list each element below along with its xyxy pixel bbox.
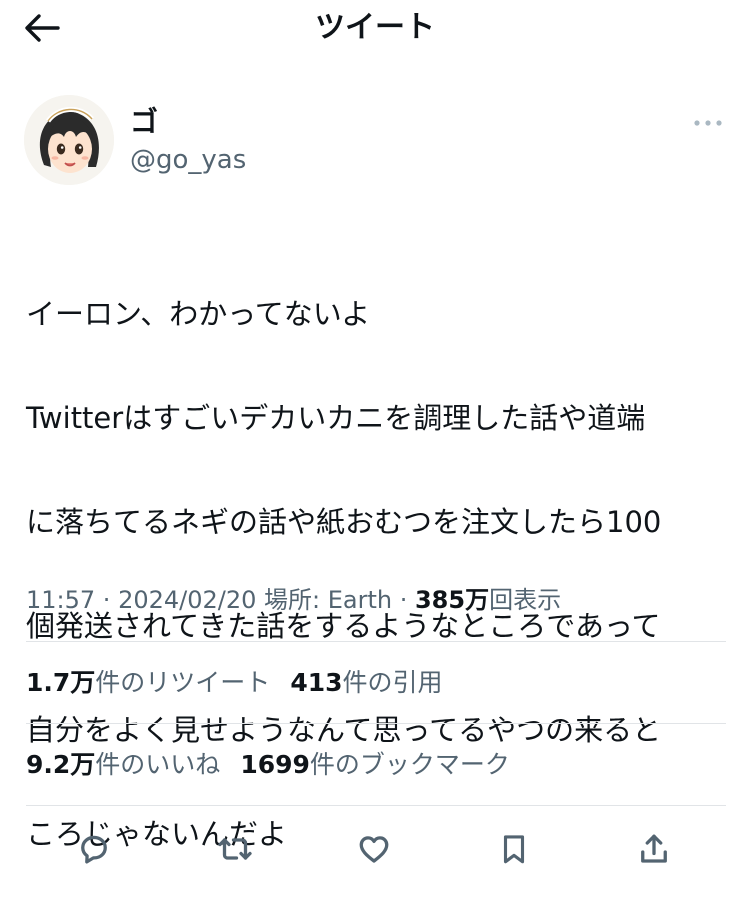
likes-count: 9.2万 xyxy=(26,750,96,779)
retweets-stat[interactable]: 1.7万件のリツイート xyxy=(26,668,270,697)
tweet-text: イーロン、わかってないよ Twitterはすごいデカいカニを調理した話や道端 に… xyxy=(26,236,726,912)
tweet-line: に落ちてるネギの話や紙おむつを注文したら100 xyxy=(26,505,662,539)
more-horizontal-icon xyxy=(694,120,722,126)
meta-separator: · xyxy=(95,586,119,614)
divider xyxy=(26,641,726,642)
bookmark-button[interactable] xyxy=(490,825,538,873)
tweet-time[interactable]: 11:57 xyxy=(26,586,95,614)
retweet-button[interactable] xyxy=(211,825,259,873)
user-handle[interactable]: @go_yas xyxy=(130,143,246,177)
views-label: 回表示 xyxy=(489,586,562,614)
like-button[interactable] xyxy=(350,825,398,873)
avatar-illustration xyxy=(24,95,114,185)
views-count: 385万 xyxy=(414,586,490,614)
bookmarks-stat[interactable]: 1699件のブックマーク xyxy=(240,750,510,779)
reply-button[interactable] xyxy=(70,825,118,873)
top-bar: ツイート xyxy=(0,0,750,60)
divider xyxy=(26,723,726,724)
tweet-line: Twitterはすごいデカいカニを調理した話や道端 xyxy=(26,401,646,435)
likes-stat[interactable]: 9.2万件のいいね xyxy=(26,750,220,779)
tweet-meta: 11:57 · 2024/02/20 場所: Earth · 385万回表示 xyxy=(26,583,561,617)
divider xyxy=(26,805,726,806)
bookmark-icon xyxy=(503,835,525,864)
tweet-line: イーロン、わかってないよ xyxy=(26,297,371,331)
share-button[interactable] xyxy=(630,825,678,873)
display-name[interactable]: ゴ xyxy=(130,104,158,140)
quotes-stat[interactable]: 413件の引用 xyxy=(290,668,442,697)
reply-icon xyxy=(81,835,107,864)
tweet-date[interactable]: 2024/02/20 xyxy=(118,586,256,614)
stats-row-retweets: 1.7万件のリツイート 413件の引用 xyxy=(26,666,443,700)
retweets-count: 1.7万 xyxy=(26,668,96,697)
heart-icon xyxy=(359,836,389,863)
meta-separator: · xyxy=(392,586,415,614)
page-title: ツイート xyxy=(315,10,435,45)
likes-label: 件のいいね xyxy=(95,750,221,779)
share-icon xyxy=(641,834,667,863)
avatar[interactable] xyxy=(24,95,114,185)
quotes-label: 件の引用 xyxy=(342,668,443,697)
tweet-location: 場所: Earth xyxy=(256,586,393,614)
more-options-button[interactable] xyxy=(690,110,726,136)
retweets-label: 件のリツイート xyxy=(95,668,271,697)
stats-row-likes: 9.2万件のいいね 1699件のブックマーク xyxy=(26,748,510,782)
quotes-count: 413 xyxy=(290,668,343,697)
bookmarks-label: 件のブックマーク xyxy=(309,750,510,779)
bookmarks-count: 1699 xyxy=(240,750,310,779)
retweet-icon xyxy=(218,838,252,860)
